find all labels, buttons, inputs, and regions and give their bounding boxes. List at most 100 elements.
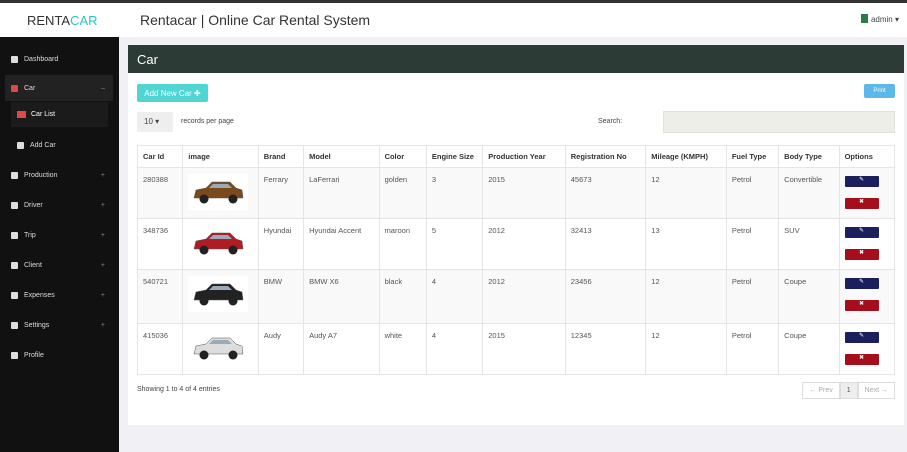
- cell-reg: 23456: [564, 269, 647, 324]
- cell-color: maroon: [378, 218, 427, 270]
- gears-icon: [11, 321, 18, 329]
- expand-icon[interactable]: +: [101, 322, 105, 329]
- column-header[interactable]: Fuel Type: [725, 145, 780, 168]
- cell-brand: BMW: [257, 269, 305, 324]
- panel-title: Car: [128, 45, 904, 73]
- cell-image: [182, 269, 259, 324]
- list-icon: [17, 111, 26, 118]
- add-new-car-button[interactable]: Add New Car ✚: [137, 84, 208, 102]
- table-row: 280388 Ferrary LaFerrari golden 3 2015 45673 12…: [136, 167, 896, 219]
- cell-fuel: Petrol: [725, 269, 780, 324]
- cell-year: 2012: [482, 218, 566, 270]
- car-image: [188, 225, 249, 261]
- cell-reg: 32413: [564, 218, 647, 270]
- print-button[interactable]: Print: [864, 84, 895, 98]
- edit-button[interactable]: ✎: [844, 227, 879, 238]
- cell-body: Convertible: [778, 167, 840, 219]
- cell-color: golden: [378, 167, 427, 219]
- user-icon: [11, 201, 18, 209]
- search-input[interactable]: [663, 111, 895, 133]
- edit-button[interactable]: ✎: [844, 278, 879, 289]
- expand-icon[interactable]: +: [101, 202, 105, 209]
- entries-info: Showing 1 to 4 of 4 entries: [137, 386, 220, 393]
- table-row: 348736 Hyundai Hyundai Accent maroon 5 2012 32…: [136, 218, 896, 270]
- cell-image: [182, 167, 259, 219]
- cell-engine: 3: [425, 167, 484, 219]
- expand-icon[interactable]: +: [101, 292, 105, 299]
- page-1-button[interactable]: 1: [839, 382, 858, 399]
- logo[interactable]: RENTACAR: [27, 13, 98, 28]
- home-icon: [11, 55, 18, 63]
- sidebar-item-driver[interactable]: Driver +: [5, 192, 113, 218]
- user-icon: [11, 261, 18, 269]
- prev-button[interactable]: ← Prev: [802, 382, 840, 399]
- pagination: ← Prev 1 Next →: [802, 382, 895, 399]
- delete-button[interactable]: ✖: [844, 354, 879, 365]
- cell-body: Coupe: [778, 323, 840, 375]
- delete-button[interactable]: ✖: [844, 300, 879, 311]
- cell-engine: 4: [425, 269, 484, 324]
- next-button[interactable]: Next →: [857, 382, 895, 399]
- expand-icon[interactable]: +: [101, 172, 105, 179]
- expand-icon[interactable]: –: [101, 85, 105, 92]
- sidebar-item-add-car[interactable]: Add Car: [11, 132, 119, 158]
- cell-image: [182, 323, 259, 375]
- sidebar-item-production[interactable]: Production +: [5, 162, 113, 188]
- book-icon: [860, 14, 868, 23]
- edit-button[interactable]: ✎: [844, 176, 879, 187]
- cell-fuel: Petrol: [725, 167, 780, 219]
- cell-engine: 4: [425, 323, 484, 375]
- column-header[interactable]: Model: [303, 145, 380, 168]
- cell-color: black: [378, 269, 427, 324]
- user-menu[interactable]: admin ▾: [860, 14, 899, 24]
- sidebar-item-settings[interactable]: Settings +: [5, 312, 113, 338]
- delete-button[interactable]: ✖: [844, 249, 879, 260]
- star-icon: [11, 84, 18, 92]
- column-header[interactable]: Engine Size: [425, 145, 484, 168]
- plus-circle-icon: [17, 141, 24, 149]
- column-header[interactable]: Color: [378, 145, 427, 168]
- cell-id: 540721: [136, 269, 184, 324]
- table-row: 540721 BMW BMW X6 black 4 2012 23456 12 Petrol Co…: [136, 269, 896, 324]
- table-row: 415036 Audy Audy A7 white 4 2015 12345 12 Petrol…: [136, 323, 896, 375]
- expand-icon[interactable]: +: [101, 232, 105, 239]
- column-header[interactable]: image: [182, 145, 259, 168]
- delete-button[interactable]: ✖: [844, 198, 879, 209]
- cell-brand: Hyundai: [257, 218, 305, 270]
- column-header[interactable]: Brand: [257, 145, 305, 168]
- column-header[interactable]: Registration No: [564, 145, 647, 168]
- sidebar-item-dashboard[interactable]: Dashboard: [5, 46, 113, 72]
- cell-model: Hyundai Accent: [303, 218, 380, 270]
- cell-brand: Ferrary: [257, 167, 305, 219]
- cell-engine: 5: [425, 218, 484, 270]
- cell-mileage: 12: [645, 167, 727, 219]
- cell-image: [182, 218, 259, 270]
- sidebar-item-trip[interactable]: Trip +: [5, 222, 113, 248]
- search-label: Search:: [598, 118, 623, 125]
- cell-model: Audy A7: [303, 323, 380, 375]
- car-panel: Car Add New Car ✚ Print 10 ▾ records per…: [128, 45, 904, 425]
- column-header[interactable]: Car Id: [136, 145, 184, 168]
- sidebar-item-profile[interactable]: Profile: [5, 342, 113, 368]
- sidebar-item-expenses[interactable]: Expenses +: [5, 282, 113, 308]
- column-header[interactable]: Body Type: [778, 145, 840, 168]
- records-per-page-label: records per page: [181, 118, 234, 125]
- cell-options: ✎ ✖: [838, 167, 896, 219]
- edit-button[interactable]: ✎: [844, 332, 879, 343]
- expand-icon[interactable]: +: [101, 262, 105, 269]
- sidebar-item-car[interactable]: Car –: [5, 75, 113, 101]
- sidebar-item-car-list[interactable]: Car List: [11, 102, 108, 127]
- cell-body: SUV: [778, 218, 840, 270]
- cell-reg: 12345: [564, 323, 647, 375]
- sidebar: Dashboard Car – Car List Add Car Production + D…: [0, 37, 119, 452]
- cell-model: BMW X6: [303, 269, 380, 324]
- user-icon: [11, 351, 18, 359]
- cell-reg: 45673: [564, 167, 647, 219]
- page-size-select[interactable]: 10 ▾: [137, 112, 173, 132]
- car-image: [188, 174, 249, 210]
- cell-mileage: 12: [645, 323, 727, 375]
- column-header[interactable]: Options: [838, 145, 896, 168]
- column-header[interactable]: Mileage (KMPH): [645, 145, 727, 168]
- sidebar-item-client[interactable]: Client +: [5, 252, 113, 278]
- column-header[interactable]: Production Year: [482, 145, 566, 168]
